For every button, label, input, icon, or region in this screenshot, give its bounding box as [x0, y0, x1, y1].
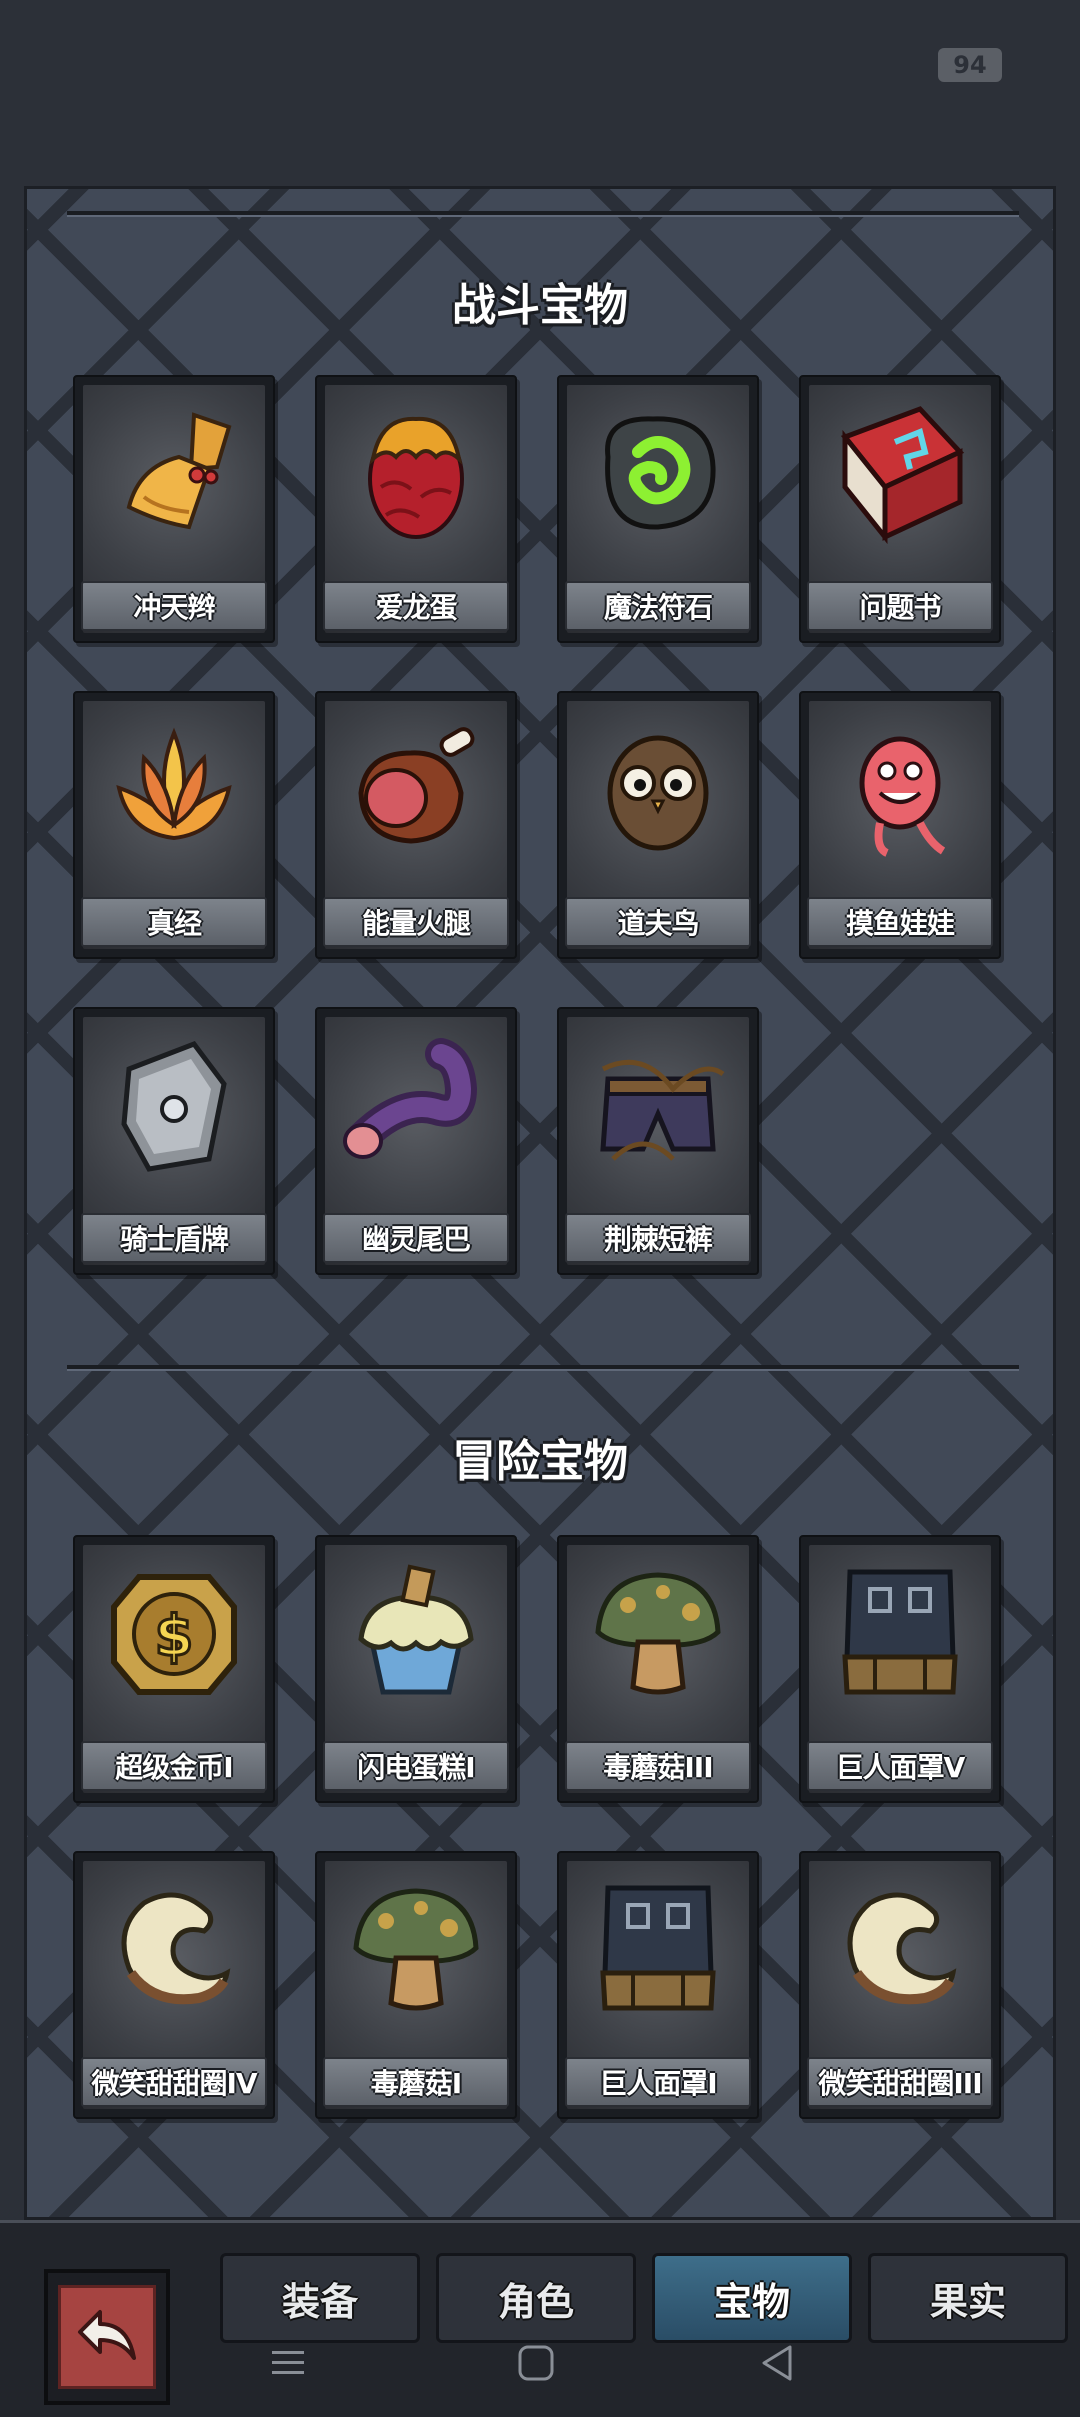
treasure-card[interactable]: 真经 [73, 691, 275, 959]
lotus-icon [116, 727, 232, 841]
treasure-name: 幽灵尾巴 [323, 1213, 509, 1263]
donut-icon [121, 1892, 231, 2005]
treasure-name: 巨人面罩I [565, 2057, 751, 2107]
rune-stone-icon [605, 416, 716, 530]
mushroom-icon [595, 1572, 721, 1695]
section-title-combat: 战斗宝物 [452, 280, 628, 331]
gold-coin-icon: $ [111, 1574, 237, 1695]
tab-fruit[interactable]: 果实 [868, 2253, 1068, 2343]
treasure-card[interactable]: 荆棘短裤 [557, 1007, 759, 1275]
treasure-name: 巨人面罩V [807, 1741, 993, 1791]
status-badge: 94 [938, 48, 1002, 82]
mushroom-icon [353, 1888, 479, 2011]
treasure-card[interactable]: 毒蘑菇I [315, 1851, 517, 2119]
ham-icon [358, 727, 475, 844]
section-divider [67, 1365, 1019, 1369]
dragon-egg-icon [368, 416, 464, 539]
treasure-panel: 战斗宝物 冒险宝物 冲天辫 爱龙蛋 魔法符石 问题书真经 能量火腿 道夫鸟 摸鱼娃娃骑士盾牌… [24, 186, 1056, 2220]
treasure-card[interactable]: 微笑甜甜圈IV [73, 1851, 275, 2119]
treasure-card[interactable]: 道夫鸟 [557, 691, 759, 959]
treasure-name: 真经 [81, 897, 267, 947]
doll-icon [859, 736, 946, 857]
donut-icon [847, 1892, 957, 2005]
svg-text:$: $ [155, 1604, 194, 1669]
treasure-name: 毒蘑菇III [565, 1741, 751, 1791]
treasure-name: 道夫鸟 [565, 897, 751, 947]
treasure-card[interactable]: 巨人面罩V [799, 1535, 1001, 1803]
treasure-card[interactable]: 能量火腿 [315, 691, 517, 959]
treasure-name: 能量火腿 [323, 897, 509, 947]
section-divider [67, 211, 1019, 215]
mask-icon [600, 1885, 716, 2011]
treasure-card[interactable]: 骑士盾牌 [73, 1007, 275, 1275]
owl-icon [607, 735, 709, 851]
treasure-name: 摸鱼娃娃 [807, 897, 993, 947]
tab-character[interactable]: 角色 [436, 2253, 636, 2343]
tab-equipment[interactable]: 装备 [220, 2253, 420, 2343]
shorts-icon [600, 1059, 725, 1161]
bottom-bar: 装备 角色 宝物 果实 [0, 2220, 1080, 2417]
treasure-card[interactable]: 幽灵尾巴 [315, 1007, 517, 1275]
shield-icon [121, 1040, 227, 1172]
treasure-name: 骑士盾牌 [81, 1213, 267, 1263]
treasure-name: 荆棘短裤 [565, 1213, 751, 1263]
treasure-card[interactable]: 闪电蛋糕I [315, 1535, 517, 1803]
back-triangle-icon[interactable] [756, 2341, 800, 2385]
home-icon[interactable] [514, 2341, 558, 2385]
treasure-name: 毒蘑菇I [323, 2057, 509, 2107]
mask-icon [842, 1569, 958, 1695]
tab-treasure[interactable]: 宝物 [652, 2253, 852, 2343]
treasure-name: 冲天辫 [81, 581, 267, 631]
treasure-card[interactable]: 冲天辫 [73, 375, 275, 643]
treasure-card[interactable]: 微笑甜甜圈III [799, 1851, 1001, 2119]
treasure-card[interactable]: 问题书 [799, 375, 1001, 643]
treasure-name: 超级金币I [81, 1741, 267, 1791]
book-icon [840, 406, 965, 545]
treasure-card[interactable]: 魔法符石 [557, 375, 759, 643]
treasure-card[interactable]: 摸鱼娃娃 [799, 691, 1001, 959]
treasure-name: 爱龙蛋 [323, 581, 509, 631]
cupcake-icon [358, 1564, 474, 1695]
system-nav-bar [0, 2341, 1080, 2401]
menu-icon[interactable] [266, 2341, 310, 2385]
treasure-card[interactable]: $ 超级金币I [73, 1535, 275, 1803]
treasure-name: 微笑甜甜圈IV [81, 2057, 267, 2107]
treasure-name: 问题书 [807, 581, 993, 631]
treasure-card[interactable]: 爱龙蛋 [315, 375, 517, 643]
treasure-name: 魔法符石 [565, 581, 751, 631]
treasure-card[interactable]: 毒蘑菇III [557, 1535, 759, 1803]
braid-icon [126, 412, 232, 530]
treasure-card[interactable]: 巨人面罩I [557, 1851, 759, 2119]
treasure-name: 闪电蛋糕I [323, 1741, 509, 1791]
tail-icon [343, 1038, 478, 1159]
treasure-name: 微笑甜甜圈III [807, 2057, 993, 2107]
section-title-adventure: 冒险宝物 [452, 1436, 628, 1487]
